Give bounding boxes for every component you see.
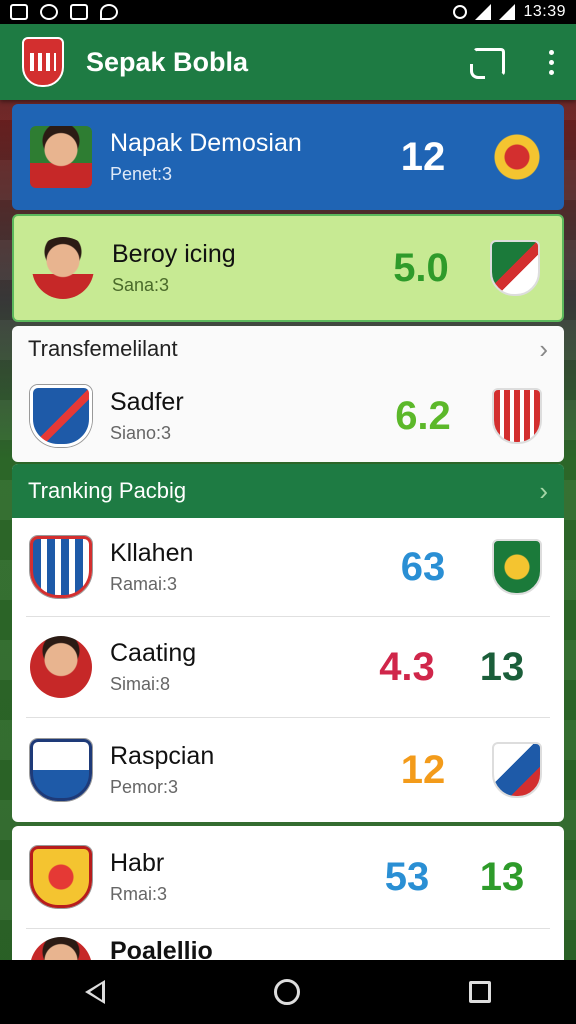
player-secondary-score: 13 <box>479 854 525 899</box>
player-name: Sadfer <box>110 388 184 416</box>
back-icon[interactable] <box>84 980 105 1004</box>
player-name: Raspcian <box>110 742 215 770</box>
transfer-card: Transfemelilant › Sadfer Siano:3 6.2 <box>12 326 564 462</box>
notification-icon <box>10 4 28 20</box>
player-sub: Sana:3 <box>112 275 170 295</box>
bottom-card: Habr Rmai:3 53 13 Poalellio <box>12 826 564 960</box>
player-avatar <box>30 126 92 188</box>
signal-icon <box>499 4 516 20</box>
section-title: Tranking Pacbig <box>28 478 187 503</box>
status-bar: 13:39 <box>0 0 576 24</box>
transfer-section-header[interactable]: Transfemelilant › <box>12 326 564 372</box>
club-crest-icon <box>492 539 542 595</box>
list-item[interactable]: Sadfer Siano:3 6.2 <box>12 372 564 460</box>
club-crest-icon <box>490 240 540 296</box>
featured-card[interactable]: Beroy icing Sana:3 5.0 <box>12 214 564 322</box>
player-name: Caating <box>110 639 197 667</box>
player-sub: Simai:8 <box>110 674 171 694</box>
featured-card[interactable]: Napak Demosian Penet:3 12 <box>12 104 564 210</box>
club-crest-icon <box>30 385 92 447</box>
club-crest-icon <box>30 739 92 801</box>
notification-icon <box>40 4 58 20</box>
player-avatar <box>32 237 94 299</box>
home-icon[interactable] <box>273 979 300 1005</box>
club-crest-icon <box>492 388 542 444</box>
player-avatar <box>30 937 92 960</box>
player-sub: Ramai:3 <box>110 574 178 594</box>
player-secondary-score: 13 <box>479 644 525 689</box>
system-icons: 13:39 <box>453 3 566 21</box>
player-sub: Pemor:3 <box>110 777 179 797</box>
list-item[interactable]: Caating Simai:8 4.3 13 <box>12 617 564 717</box>
recent-apps-icon[interactable] <box>469 981 492 1003</box>
list-item[interactable]: Kllahen Ramai:3 63 <box>12 518 564 616</box>
player-name: Napak Demosian <box>110 129 302 157</box>
player-name: Kllahen <box>110 539 194 567</box>
list-item[interactable]: Poalellio <box>12 929 564 960</box>
player-name: Beroy icing <box>112 240 236 268</box>
club-crest-icon <box>30 846 92 908</box>
player-score: 4.3 <box>379 644 435 689</box>
notification-icon <box>100 4 118 20</box>
more-vert-icon[interactable] <box>549 49 554 75</box>
club-crest-icon <box>492 742 542 798</box>
player-avatar <box>30 636 92 698</box>
player-score: 53 <box>384 854 430 899</box>
app-title: Sepak Bobla <box>86 46 249 77</box>
club-crest-icon <box>30 536 92 598</box>
club-crest-icon <box>492 129 542 185</box>
app-bar-actions <box>470 48 554 79</box>
chevron-right-icon: › <box>539 475 548 506</box>
player-sub: Siano:3 <box>110 423 172 443</box>
player-sub: Penet:3 <box>110 164 173 184</box>
wifi-icon <box>475 4 492 20</box>
player-score: 12 <box>400 134 446 179</box>
app-bar: Sepak Bobla <box>0 24 576 100</box>
list-item[interactable]: Raspcian Pemor:3 12 <box>12 718 564 822</box>
section-title: Transfemelilant <box>28 336 178 361</box>
player-score: 12 <box>400 747 446 792</box>
player-score: 6.2 <box>395 393 451 438</box>
alarm-icon <box>453 5 468 19</box>
system-nav-bar <box>0 960 576 1024</box>
cast-icon[interactable] <box>470 48 505 79</box>
ranking-section-header[interactable]: Tranking Pacbig › <box>12 464 564 518</box>
notification-icons <box>10 4 118 20</box>
clock: 13:39 <box>523 3 566 20</box>
chevron-right-icon: › <box>539 333 548 364</box>
player-name: Habr <box>110 849 165 877</box>
player-sub: Rmai:3 <box>110 884 168 904</box>
notification-icon <box>70 4 88 20</box>
app-logo-icon <box>22 37 64 87</box>
player-score: 63 <box>400 544 446 589</box>
player-name: Poalellio <box>110 937 213 960</box>
list-item[interactable]: Habr Rmai:3 53 13 <box>12 826 564 928</box>
player-score: 5.0 <box>393 245 449 290</box>
ranking-card: Tranking Pacbig › Kllahen Ramai:3 63 Caa… <box>12 464 564 822</box>
